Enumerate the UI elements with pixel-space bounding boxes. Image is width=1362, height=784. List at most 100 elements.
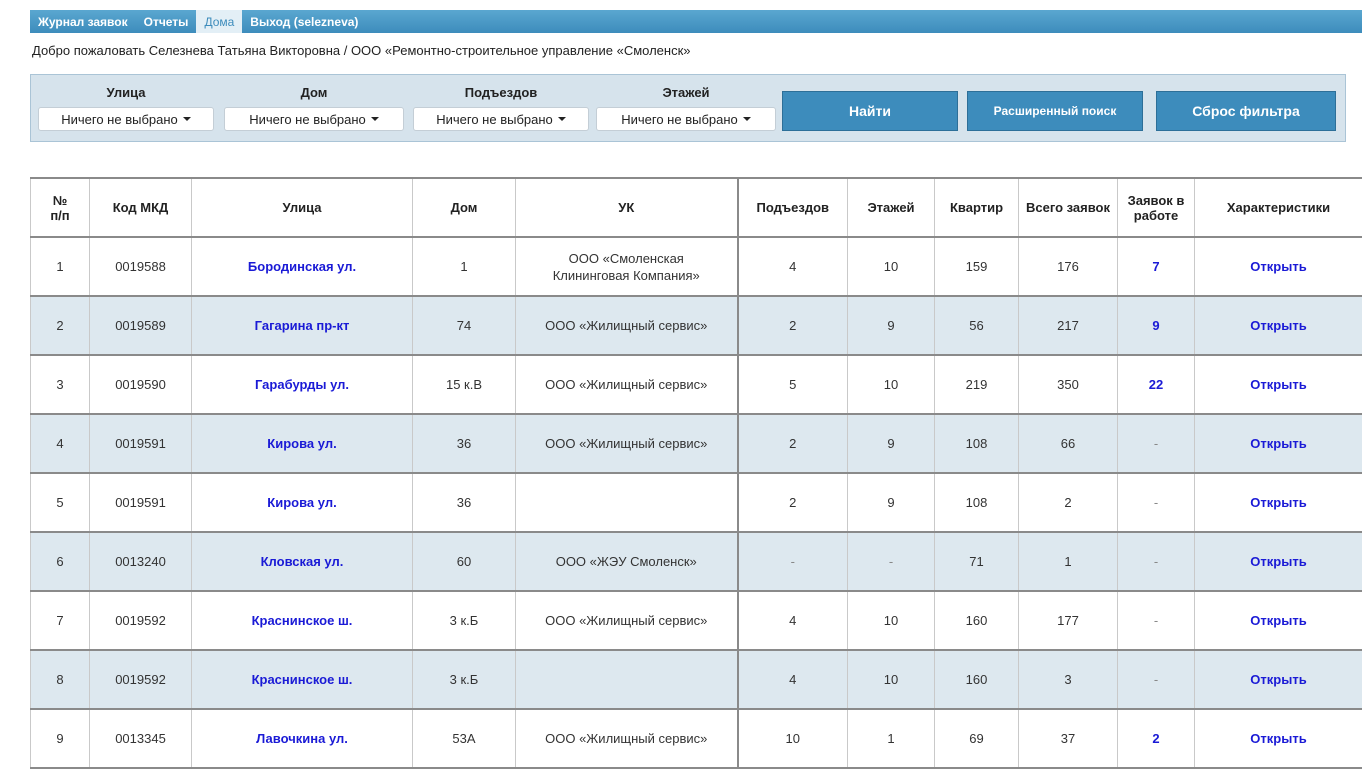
open-characteristics-link[interactable]: Открыть bbox=[1250, 495, 1306, 510]
cell-code: 0019592 bbox=[89, 590, 192, 651]
cell-in-work: - bbox=[1117, 472, 1195, 533]
nav-item-logout[interactable]: Выход (selezneva) bbox=[242, 10, 366, 33]
cell-total-value: 2 bbox=[1064, 495, 1072, 510]
street-link[interactable]: Кловская ул. bbox=[261, 554, 344, 569]
cell-num: 4 bbox=[30, 413, 90, 474]
cell-in-work: - bbox=[1117, 413, 1195, 474]
open-characteristics-link[interactable]: Открыть bbox=[1250, 731, 1306, 746]
open-characteristics-link[interactable]: Открыть bbox=[1250, 613, 1306, 628]
filter-house-label: Дом bbox=[300, 85, 328, 100]
open-characteristics-link[interactable]: Открыть bbox=[1250, 672, 1306, 687]
cell-street: Кловская ул. bbox=[191, 531, 413, 592]
open-characteristics-link[interactable]: Открыть bbox=[1250, 436, 1306, 451]
cell-uk-value: ООО «Жилищный сервис» bbox=[545, 377, 708, 392]
cell-uk: ООО «Жилищный сервис» bbox=[515, 708, 738, 769]
cell-total-value: 350 bbox=[1057, 377, 1079, 392]
open-characteristics-link[interactable]: Открыть bbox=[1250, 259, 1306, 274]
filter-street-select[interactable]: Ничего не выбрано bbox=[38, 107, 214, 131]
cell-total: 176 bbox=[1018, 236, 1118, 297]
cell-num-value: 2 bbox=[56, 318, 64, 333]
header-entrances: Подъездов bbox=[736, 177, 848, 238]
cell-uk: ООО «Жилищный сервис» bbox=[515, 354, 738, 415]
open-characteristics-link[interactable]: Открыть bbox=[1250, 318, 1306, 333]
cell-num-value: 4 bbox=[56, 436, 64, 451]
in-work-link[interactable]: 2 bbox=[1152, 731, 1159, 746]
cell-total-value: 177 bbox=[1057, 613, 1079, 628]
nav-item-reports[interactable]: Отчеты bbox=[136, 10, 197, 33]
in-work-link[interactable]: 7 bbox=[1152, 259, 1159, 274]
cell-code-value: 0013345 bbox=[115, 731, 166, 746]
open-characteristics-link[interactable]: Открыть bbox=[1250, 377, 1306, 392]
caret-down-icon bbox=[742, 117, 751, 121]
caret-down-icon bbox=[182, 117, 191, 121]
reset-filter-button[interactable]: Сброс фильтра bbox=[1156, 91, 1336, 131]
cell-apartments: 108 bbox=[934, 413, 1019, 474]
cell-total-value: 37 bbox=[1060, 731, 1076, 746]
cell-entrances-value: 2 bbox=[789, 495, 797, 510]
filter-panel: Улица Ничего не выбрано Дом Ничего не вы… bbox=[30, 74, 1346, 142]
cell-house-value: 74 bbox=[456, 318, 472, 333]
table-row: 2 0019589 Гагарина пр-кт 74 ООО «Жилищный се… bbox=[30, 295, 1362, 356]
advanced-search-button[interactable]: Расширенный поиск bbox=[967, 91, 1143, 131]
nav-item-houses[interactable]: Дома bbox=[196, 10, 243, 33]
table-row: 6 0013240 Кловская ул. 60 ООО «ЖЭУ Смоленск»… bbox=[30, 531, 1362, 592]
header-total: Всего заявок bbox=[1018, 177, 1118, 238]
cell-street: Краснинское ш. bbox=[191, 590, 413, 651]
cell-code-value: 0019588 bbox=[115, 259, 166, 274]
cell-floors: - bbox=[847, 531, 935, 592]
cell-apartments: 160 bbox=[934, 590, 1019, 651]
open-characteristics-link[interactable]: Открыть bbox=[1250, 554, 1306, 569]
cell-floors: 9 bbox=[847, 413, 935, 474]
cell-house-value: 36 bbox=[456, 436, 472, 451]
street-link[interactable]: Лавочкина ул. bbox=[256, 731, 348, 746]
cell-uk bbox=[515, 649, 738, 710]
cell-house-value: 53А bbox=[452, 731, 476, 746]
cell-code: 0019591 bbox=[89, 413, 192, 474]
cell-apartments: 71 bbox=[934, 531, 1019, 592]
street-link[interactable]: Кирова ул. bbox=[267, 495, 336, 510]
cell-street: Лавочкина ул. bbox=[191, 708, 413, 769]
header-in-work: Заявок в работе bbox=[1117, 177, 1195, 238]
cell-street: Гарабурды ул. bbox=[191, 354, 413, 415]
in-work-link[interactable]: 9 bbox=[1152, 318, 1159, 333]
street-link[interactable]: Краснинское ш. bbox=[252, 613, 353, 628]
cell-floors: 10 bbox=[847, 354, 935, 415]
cell-action: Открыть bbox=[1194, 295, 1362, 356]
cell-uk bbox=[515, 472, 738, 533]
cell-uk: ООО «ЖЭУ Смоленск» bbox=[515, 531, 738, 592]
street-link[interactable]: Краснинское ш. bbox=[252, 672, 353, 687]
cell-num: 2 bbox=[30, 295, 90, 356]
street-link[interactable]: Кирова ул. bbox=[267, 436, 336, 451]
filter-entrances-select[interactable]: Ничего не выбрано bbox=[413, 107, 589, 131]
table-row: 8 0019592 Краснинское ш. 3 к.Б 4 10 160 3 - Откры… bbox=[30, 649, 1362, 710]
cell-floors-value: 10 bbox=[883, 613, 899, 628]
table-row: 7 0019592 Краснинское ш. 3 к.Б ООО «Жилищный… bbox=[30, 590, 1362, 651]
cell-house: 74 bbox=[412, 295, 516, 356]
cell-num: 9 bbox=[30, 708, 90, 769]
cell-uk-value: ООО «Жилищный сервис» bbox=[545, 731, 708, 746]
street-link[interactable]: Гагарина пр-кт bbox=[255, 318, 350, 333]
cell-in-work: - bbox=[1117, 649, 1195, 710]
cell-num-value: 7 bbox=[56, 613, 64, 628]
cell-code: 0019589 bbox=[89, 295, 192, 356]
cell-code: 0019588 bbox=[89, 236, 192, 297]
cell-total-value: 176 bbox=[1057, 259, 1079, 274]
cell-in-work-value: - bbox=[1153, 613, 1159, 628]
filter-floors-select[interactable]: Ничего не выбрано bbox=[596, 107, 776, 131]
street-link[interactable]: Гарабурды ул. bbox=[255, 377, 349, 392]
street-link[interactable]: Бородинская ул. bbox=[248, 259, 356, 274]
cell-in-work: 9 bbox=[1117, 295, 1195, 356]
cell-total: 350 bbox=[1018, 354, 1118, 415]
in-work-link[interactable]: 22 bbox=[1149, 377, 1163, 392]
nav-item-requests-journal[interactable]: Журнал заявок bbox=[30, 10, 136, 33]
cell-in-work-value: - bbox=[1153, 495, 1159, 510]
cell-num-value: 9 bbox=[56, 731, 64, 746]
cell-floors: 10 bbox=[847, 236, 935, 297]
cell-in-work-value: - bbox=[1153, 554, 1159, 569]
find-button[interactable]: Найти bbox=[782, 91, 958, 131]
filter-house-select[interactable]: Ничего не выбрано bbox=[224, 107, 404, 131]
cell-total: 2 bbox=[1018, 472, 1118, 533]
filter-street-value: Ничего не выбрано bbox=[61, 111, 178, 127]
cell-house: 3 к.Б bbox=[412, 590, 516, 651]
cell-code: 0019591 bbox=[89, 472, 192, 533]
